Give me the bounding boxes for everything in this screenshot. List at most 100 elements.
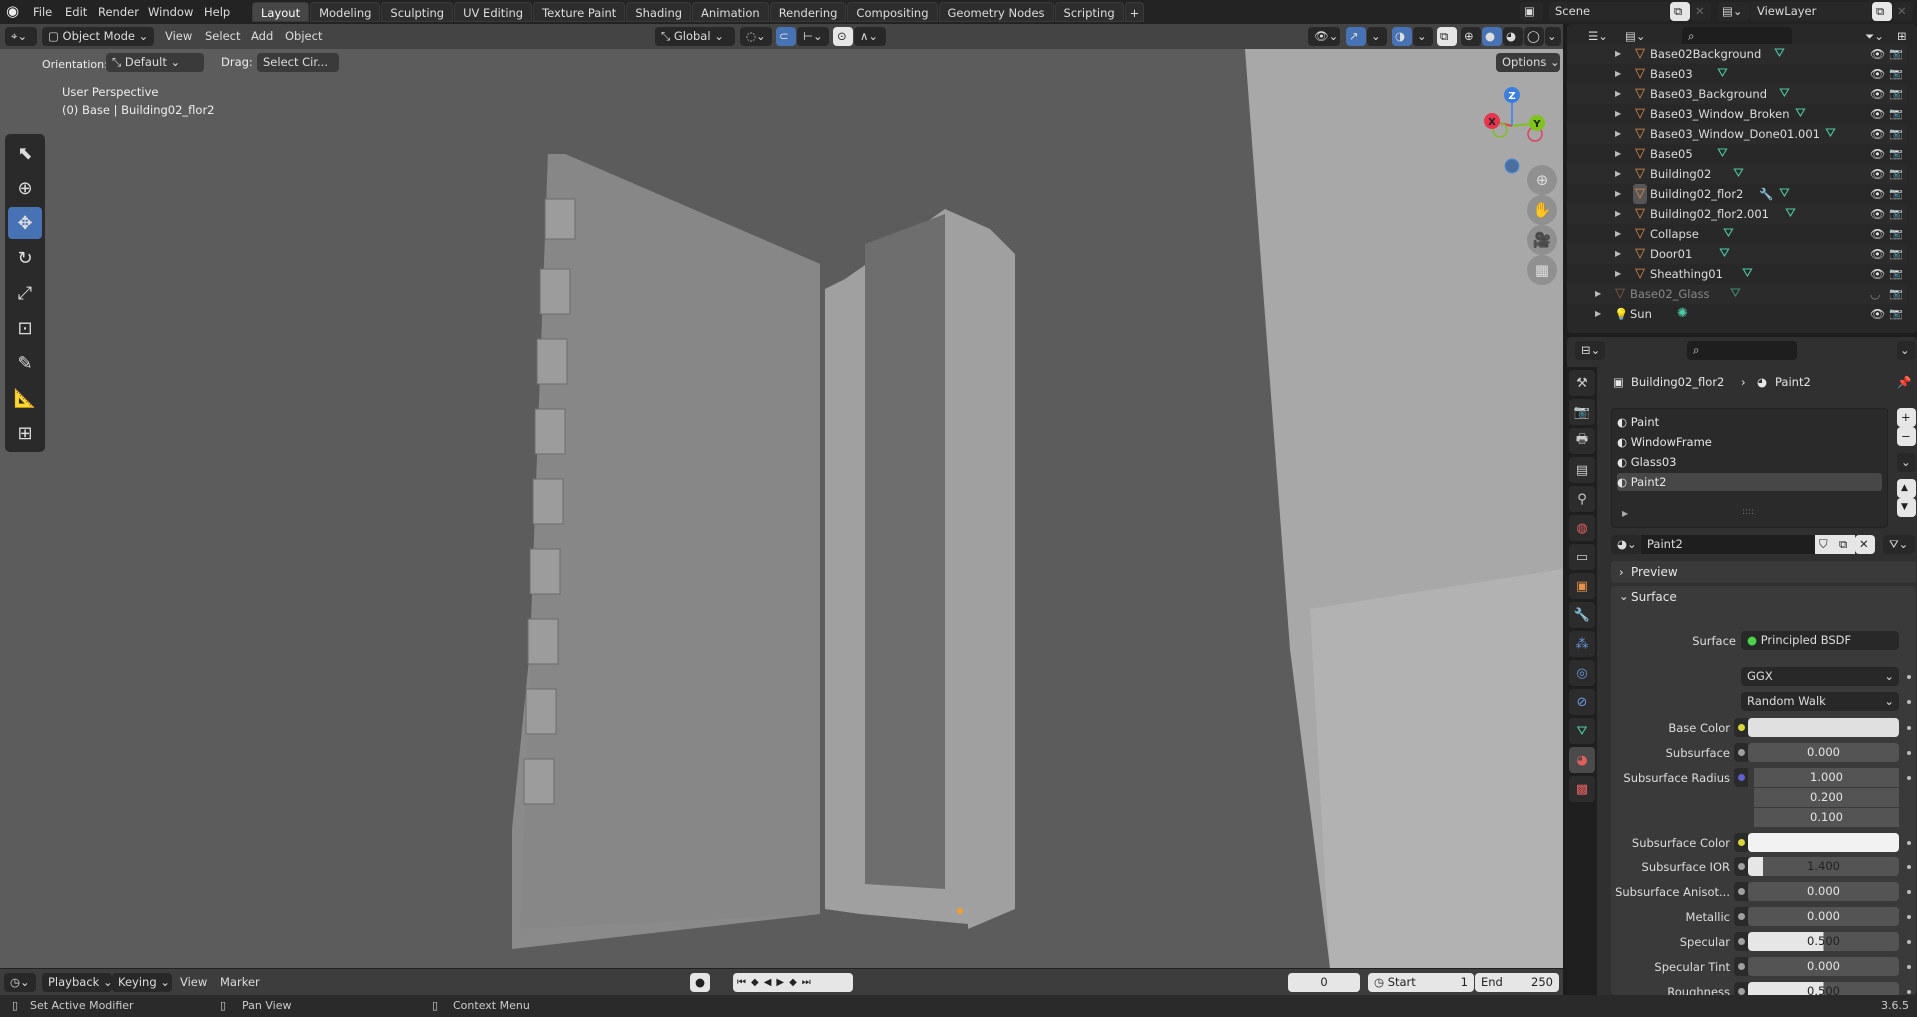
camera-render-icon[interactable]: 📷 [1889,284,1903,304]
world-tab-icon[interactable]: ◍ [1569,515,1595,541]
keyframe-dot[interactable] [1907,990,1911,994]
timeline-view-menu[interactable]: View [180,973,207,991]
physics-tab-icon[interactable]: ◎ [1569,660,1595,686]
number-field[interactable]: 0.500 [1748,932,1899,951]
delete-scene-icon[interactable]: ✕ [1691,2,1711,21]
eye-icon[interactable]: 👁 [1870,124,1885,144]
object-tab-icon[interactable]: ▣ [1569,573,1595,599]
resize-handle-icon[interactable]: :::: [1742,507,1754,517]
color-swatch[interactable] [1748,833,1899,852]
pan-view-icon[interactable]: ✋ [1527,195,1557,225]
socket-link-icon[interactable] [1734,857,1748,876]
shading-dropdown-icon[interactable]: ⌄ [1545,27,1561,46]
menu-edit[interactable]: Edit [65,3,87,21]
move-slot-down-icon[interactable]: ▼ [1897,498,1916,517]
menu-window[interactable]: Window [148,3,193,21]
duplicate-material-icon[interactable]: ⧉ [1835,535,1855,554]
socket-link-icon[interactable] [1734,957,1748,976]
distribution-dropdown[interactable]: GGX ⌄ [1741,667,1899,686]
keyframe-dot[interactable] [1907,751,1911,755]
material-name-field[interactable]: Paint2 [1641,535,1815,554]
camera-render-icon[interactable]: 📷 [1889,184,1903,204]
keyframe-dot[interactable] [1907,776,1911,780]
delete-view-layer-icon[interactable]: ✕ [1893,2,1913,21]
playback-menu[interactable]: Playback ⌄ [42,973,112,992]
material-slot[interactable]: ◐ Paint [1617,413,1882,431]
eye-icon[interactable]: 👁 [1870,64,1885,84]
particles-tab-icon[interactable]: ⁂ [1569,631,1595,657]
socket-link-icon[interactable] [1734,932,1748,951]
output-tab-icon[interactable]: 🖶 [1569,428,1595,454]
scene-name-field[interactable]: Scene [1549,2,1669,21]
menu-file[interactable]: File [33,3,52,21]
annotate-tool-icon[interactable]: ✎ [8,347,42,379]
menu-object[interactable]: Object [285,27,322,45]
color-swatch[interactable] [1748,718,1899,737]
view-layer-selector-icon[interactable]: ▤⌄ [1718,2,1750,21]
eye-icon[interactable]: 👁 [1870,144,1885,164]
slot-specials-icon[interactable]: ⌄ [1897,453,1916,472]
tab-geometry-nodes[interactable]: Geometry Nodes [938,2,1054,22]
number-field[interactable]: 0.200 [1754,788,1899,807]
camera-render-icon[interactable]: 📷 [1889,104,1903,124]
socket-link-icon[interactable] [1734,718,1748,737]
start-frame-field[interactable]: ◷ Start 1 [1368,973,1474,992]
tab-animation[interactable]: Animation [692,2,769,22]
camera-render-icon[interactable]: 📷 [1889,164,1903,184]
number-field[interactable]: 0.000 [1748,743,1899,762]
tool-tab-icon[interactable]: ⚒ [1569,370,1595,396]
material-tab-icon[interactable]: ◕ [1569,747,1595,773]
timeline-marker-menu[interactable]: Marker [220,973,260,991]
playback-controls[interactable]: ⏮◆◀▶◆⏭ [733,973,853,992]
add-workspace-button[interactable]: + [1124,2,1145,22]
cursor-tool-icon[interactable]: ⊕ [8,172,42,204]
outliner-row[interactable]: ▶ ▽ Sheathing01 ⛛ 👁 📷 [1567,264,1907,284]
end-frame-field[interactable]: End 250 [1475,973,1559,992]
shading-material-icon[interactable]: ◕ [1503,27,1523,46]
gizmo-toggle-icon[interactable]: ↗ [1346,27,1366,46]
proportional-edit-icon[interactable]: ⊙ [833,27,853,46]
eye-icon[interactable]: 👁 [1870,104,1885,124]
render-tab-icon[interactable]: 📷 [1569,399,1595,425]
number-field[interactable]: 1.000 [1754,768,1899,787]
preview-panel-header[interactable]: › Preview [1611,561,1916,583]
fake-user-icon[interactable]: ⛉ [1815,535,1835,554]
scale-tool-icon[interactable]: ⤢ [8,277,42,309]
gizmo-dropdown-icon[interactable]: ⌄ [1367,27,1387,46]
pin-icon[interactable]: 📌 [1897,375,1911,389]
camera-render-icon[interactable]: 📷 [1889,264,1903,284]
eye-icon[interactable]: 👁 [1870,264,1885,284]
tab-uv-editing[interactable]: UV Editing [454,2,533,22]
rotate-tool-icon[interactable]: ↻ [8,242,42,274]
add-cube-tool-icon[interactable]: ⊞ [8,417,42,449]
keying-menu[interactable]: Keying ⌄ [112,973,172,992]
menu-add[interactable]: Add [251,27,273,45]
camera-render-icon[interactable]: 📷 [1889,64,1903,84]
outliner-row[interactable]: ▶ ▽ Base03_Window_Broken ⛛ 👁 📷 [1567,104,1907,124]
shading-rendered-icon[interactable]: ◯ [1524,27,1544,46]
eye-icon[interactable]: 👁 [1870,224,1885,244]
camera-render-icon[interactable]: 📷 [1889,44,1903,64]
camera-view-icon[interactable]: 🎥 [1527,225,1557,255]
surface-shader-dropdown[interactable]: ● Principled BSDF [1741,631,1899,650]
socket-link-icon[interactable] [1734,768,1748,787]
menu-select[interactable]: Select [205,27,240,45]
eye-icon[interactable]: 👁 [1870,244,1885,264]
overlays-toggle-icon[interactable]: ◑ [1392,27,1412,46]
eye-icon[interactable]: 👁 [1870,84,1885,104]
snap-toggle-icon[interactable]: ⊂ [776,27,796,46]
scene-tab-icon[interactable]: ⚲ [1569,486,1595,512]
keyframe-dot[interactable] [1907,675,1911,679]
keyframe-dot[interactable] [1907,965,1911,969]
outliner-row[interactable]: ▶ ▽ Base02Background ⛛ 👁 📷 [1567,44,1907,64]
tab-rendering[interactable]: Rendering [769,2,847,22]
view-layer-tab-icon[interactable]: ▤ [1569,457,1595,483]
collection-tab-icon[interactable]: ▭ [1569,544,1595,570]
link-data-icon[interactable]: ⛛⌄ [1883,535,1915,554]
eye-closed-icon[interactable]: ◡ [1870,284,1880,304]
zoom-view-icon[interactable]: ⊕ [1527,165,1557,195]
outliner-row[interactable]: ▶ ▽ Base03_Background ⛛ 👁 📷 [1567,84,1907,104]
outliner-row-active[interactable]: ▶ ▽ Building02_flor2 🔧 ⛛ 👁 📷 [1567,184,1907,204]
outliner-row[interactable]: ▶ ▽ Collapse ⛛ 👁 📷 [1567,224,1907,244]
number-field[interactable]: 0.000 [1748,957,1899,976]
